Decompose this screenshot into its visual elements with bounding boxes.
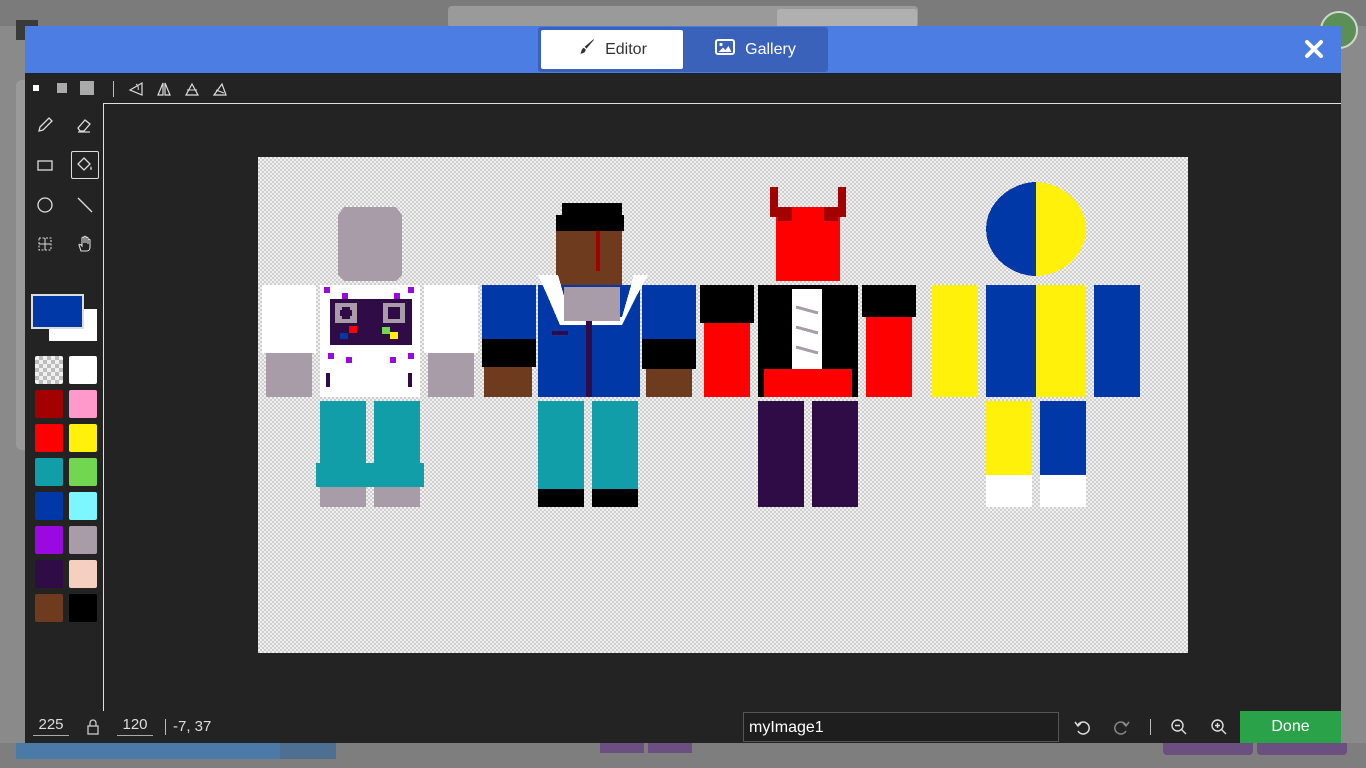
- hand-icon: [78, 235, 91, 252]
- circle-tool[interactable]: [31, 191, 59, 219]
- rectangle-tool[interactable]: [31, 151, 59, 179]
- redo-button[interactable]: [1112, 717, 1132, 737]
- toolbar-divider: [113, 81, 114, 97]
- primary-color[interactable]: [31, 294, 84, 329]
- pencil-icon: [38, 117, 53, 132]
- swatch-grey-mauve[interactable]: [69, 526, 97, 554]
- lock-icon: [87, 719, 99, 735]
- swatch-light-cyan[interactable]: [69, 492, 97, 520]
- swatch-black[interactable]: [69, 594, 97, 622]
- line-icon: [77, 197, 93, 213]
- pencil-tool[interactable]: [31, 111, 59, 139]
- pan-tool[interactable]: [71, 230, 99, 258]
- swatch-yellow[interactable]: [69, 424, 97, 452]
- close-button[interactable]: [1301, 35, 1327, 63]
- figure-blue-coat: [482, 203, 696, 507]
- tab-group: Editor Gallery: [538, 27, 828, 72]
- swatch-green[interactable]: [69, 458, 97, 486]
- background-bottom-button: [16, 743, 280, 759]
- rotate-triangle-icon[interactable]: [212, 81, 228, 102]
- tool-sidebar: [25, 103, 103, 711]
- zoom-in-icon: [1211, 719, 1227, 735]
- tab-editor-label: Editor: [605, 40, 647, 58]
- canvas-area[interactable]: [103, 103, 1341, 711]
- close-icon: [1305, 40, 1323, 58]
- done-button[interactable]: Done: [1240, 711, 1341, 743]
- footer-divider: [165, 719, 166, 735]
- paint-bucket-icon: [77, 157, 92, 171]
- undo-icon: [1074, 721, 1090, 735]
- marquee-tool[interactable]: [31, 230, 59, 258]
- eraser-tool[interactable]: [70, 111, 98, 139]
- brush-size-medium[interactable]: [57, 83, 67, 93]
- swatch-blue[interactable]: [35, 492, 63, 520]
- paintbrush-icon: [577, 38, 595, 61]
- swatch-dark-purple[interactable]: [35, 560, 63, 588]
- figure-blue-yellow: [932, 182, 1140, 507]
- swatch-teal[interactable]: [35, 458, 63, 486]
- fill-tool[interactable]: [71, 151, 99, 179]
- line-tool[interactable]: [71, 191, 99, 219]
- zoom-in-button[interactable]: [1209, 717, 1229, 737]
- rectangle-icon: [37, 160, 53, 171]
- image-icon: [715, 39, 736, 60]
- marquee-icon: [38, 237, 52, 251]
- height-input[interactable]: 120: [117, 715, 153, 736]
- background-bottom-button: [600, 743, 644, 753]
- rotate-icon[interactable]: [128, 81, 144, 102]
- background-bottom-button: [648, 743, 692, 753]
- swatch-pink[interactable]: [69, 390, 97, 418]
- tab-gallery-label: Gallery: [745, 40, 796, 58]
- skin-template-artwork: [262, 182, 1140, 507]
- brush-size-small[interactable]: [33, 85, 39, 91]
- width-input[interactable]: 225: [33, 715, 69, 736]
- lock-aspect-button[interactable]: [83, 717, 103, 737]
- editor-footer: 225 120 -7, 37 myImage1 Done: [25, 711, 1341, 743]
- redo-icon: [1114, 721, 1130, 735]
- swatch-transparent[interactable]: [35, 356, 63, 384]
- background-bottom-button: [1163, 743, 1253, 755]
- flip-horizontal-icon[interactable]: [156, 81, 172, 102]
- zoom-out-icon: [1171, 719, 1187, 735]
- brush-size-large[interactable]: [80, 81, 94, 95]
- flip-vertical-icon[interactable]: [184, 81, 200, 102]
- top-toolbar: [25, 73, 1341, 103]
- swatch-brown[interactable]: [35, 594, 63, 622]
- tab-gallery[interactable]: Gallery: [686, 30, 825, 69]
- figure-red-devil: [700, 187, 916, 507]
- figure-gamer: [262, 207, 478, 507]
- tab-editor[interactable]: Editor: [541, 30, 683, 69]
- background-bottom-button: [280, 743, 336, 759]
- eraser-icon: [77, 119, 91, 133]
- background-bottom-button: [1257, 743, 1347, 755]
- swatch-purple[interactable]: [35, 526, 63, 554]
- swatch-peach[interactable]: [69, 560, 97, 588]
- swatch-dark-red[interactable]: [35, 390, 63, 418]
- drawing-canvas[interactable]: [258, 157, 1188, 653]
- circle-icon: [37, 197, 53, 213]
- undo-button[interactable]: [1072, 717, 1092, 737]
- footer-divider: [1150, 719, 1151, 735]
- swatch-white[interactable]: [69, 356, 97, 384]
- image-name-input[interactable]: myImage1: [743, 712, 1059, 742]
- modal-header: Editor Gallery: [25, 26, 1341, 73]
- image-editor-modal: Editor Gallery 225 120 -7, 37 myImage1 D…: [25, 26, 1341, 743]
- cursor-coordinates: -7, 37: [173, 718, 212, 735]
- swatch-red[interactable]: [35, 424, 63, 452]
- zoom-out-button[interactable]: [1169, 717, 1189, 737]
